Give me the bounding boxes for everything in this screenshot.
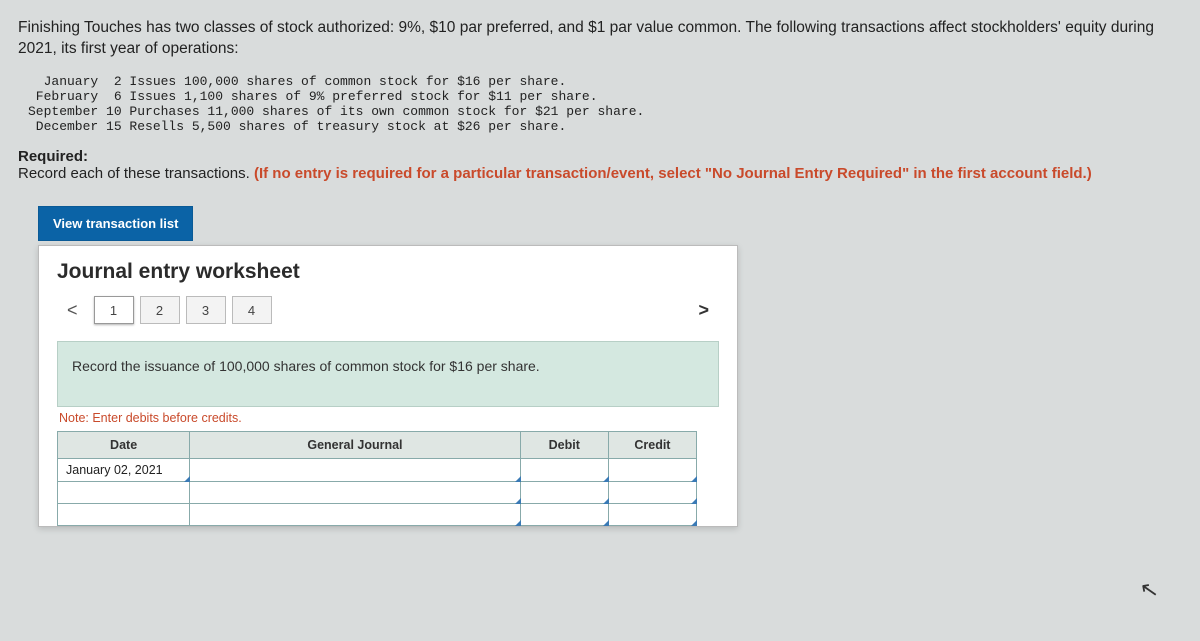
credit-cell[interactable]	[608, 458, 696, 481]
date-cell[interactable]	[58, 503, 190, 525]
transaction-list: January 2 Issues 100,000 shares of commo…	[28, 74, 1182, 134]
journal-entry-table: Date General Journal Debit Credit Januar…	[57, 431, 697, 526]
general-journal-cell[interactable]	[190, 503, 521, 525]
page-tab-4[interactable]: 4	[232, 296, 272, 324]
dropdown-icon	[691, 520, 697, 526]
required-label: Required:	[18, 148, 1182, 165]
cursor-icon: ↖	[1137, 576, 1160, 605]
table-row	[58, 503, 697, 525]
general-journal-cell[interactable]	[190, 458, 521, 481]
problem-intro: Finishing Touches has two classes of sto…	[18, 18, 1182, 60]
table-row	[58, 481, 697, 503]
worksheet-title: Journal entry worksheet	[57, 260, 719, 284]
debit-cell[interactable]	[520, 503, 608, 525]
debit-cell[interactable]	[520, 481, 608, 503]
chevron-right-icon[interactable]: >	[688, 296, 719, 325]
table-row: January 02, 2021	[58, 458, 697, 481]
date-cell[interactable]: January 02, 2021	[58, 458, 190, 481]
chevron-left-icon[interactable]: <	[57, 296, 88, 325]
page-tab-3[interactable]: 3	[186, 296, 226, 324]
page-tab-2[interactable]: 2	[140, 296, 180, 324]
entry-instruction: Record the issuance of 100,000 shares of…	[57, 341, 719, 407]
date-cell[interactable]	[58, 481, 190, 503]
page-tab-1[interactable]: 1	[94, 296, 134, 324]
col-header-date: Date	[58, 431, 190, 458]
col-header-debit: Debit	[520, 431, 608, 458]
debits-before-credits-note: Note: Enter debits before credits.	[59, 411, 719, 425]
credit-cell[interactable]	[608, 503, 696, 525]
required-text: Record each of these transactions.	[18, 165, 254, 182]
debit-cell[interactable]	[520, 458, 608, 481]
required-note: (If no entry is required for a particula…	[254, 165, 1092, 182]
journal-worksheet-panel: Journal entry worksheet < 1 2 3 4 > Reco…	[38, 245, 738, 527]
general-journal-cell[interactable]	[190, 481, 521, 503]
credit-cell[interactable]	[608, 481, 696, 503]
col-header-general-journal: General Journal	[190, 431, 521, 458]
col-header-credit: Credit	[608, 431, 696, 458]
worksheet-pager: < 1 2 3 4 >	[57, 296, 719, 325]
view-transaction-list-button[interactable]: View transaction list	[38, 206, 193, 241]
